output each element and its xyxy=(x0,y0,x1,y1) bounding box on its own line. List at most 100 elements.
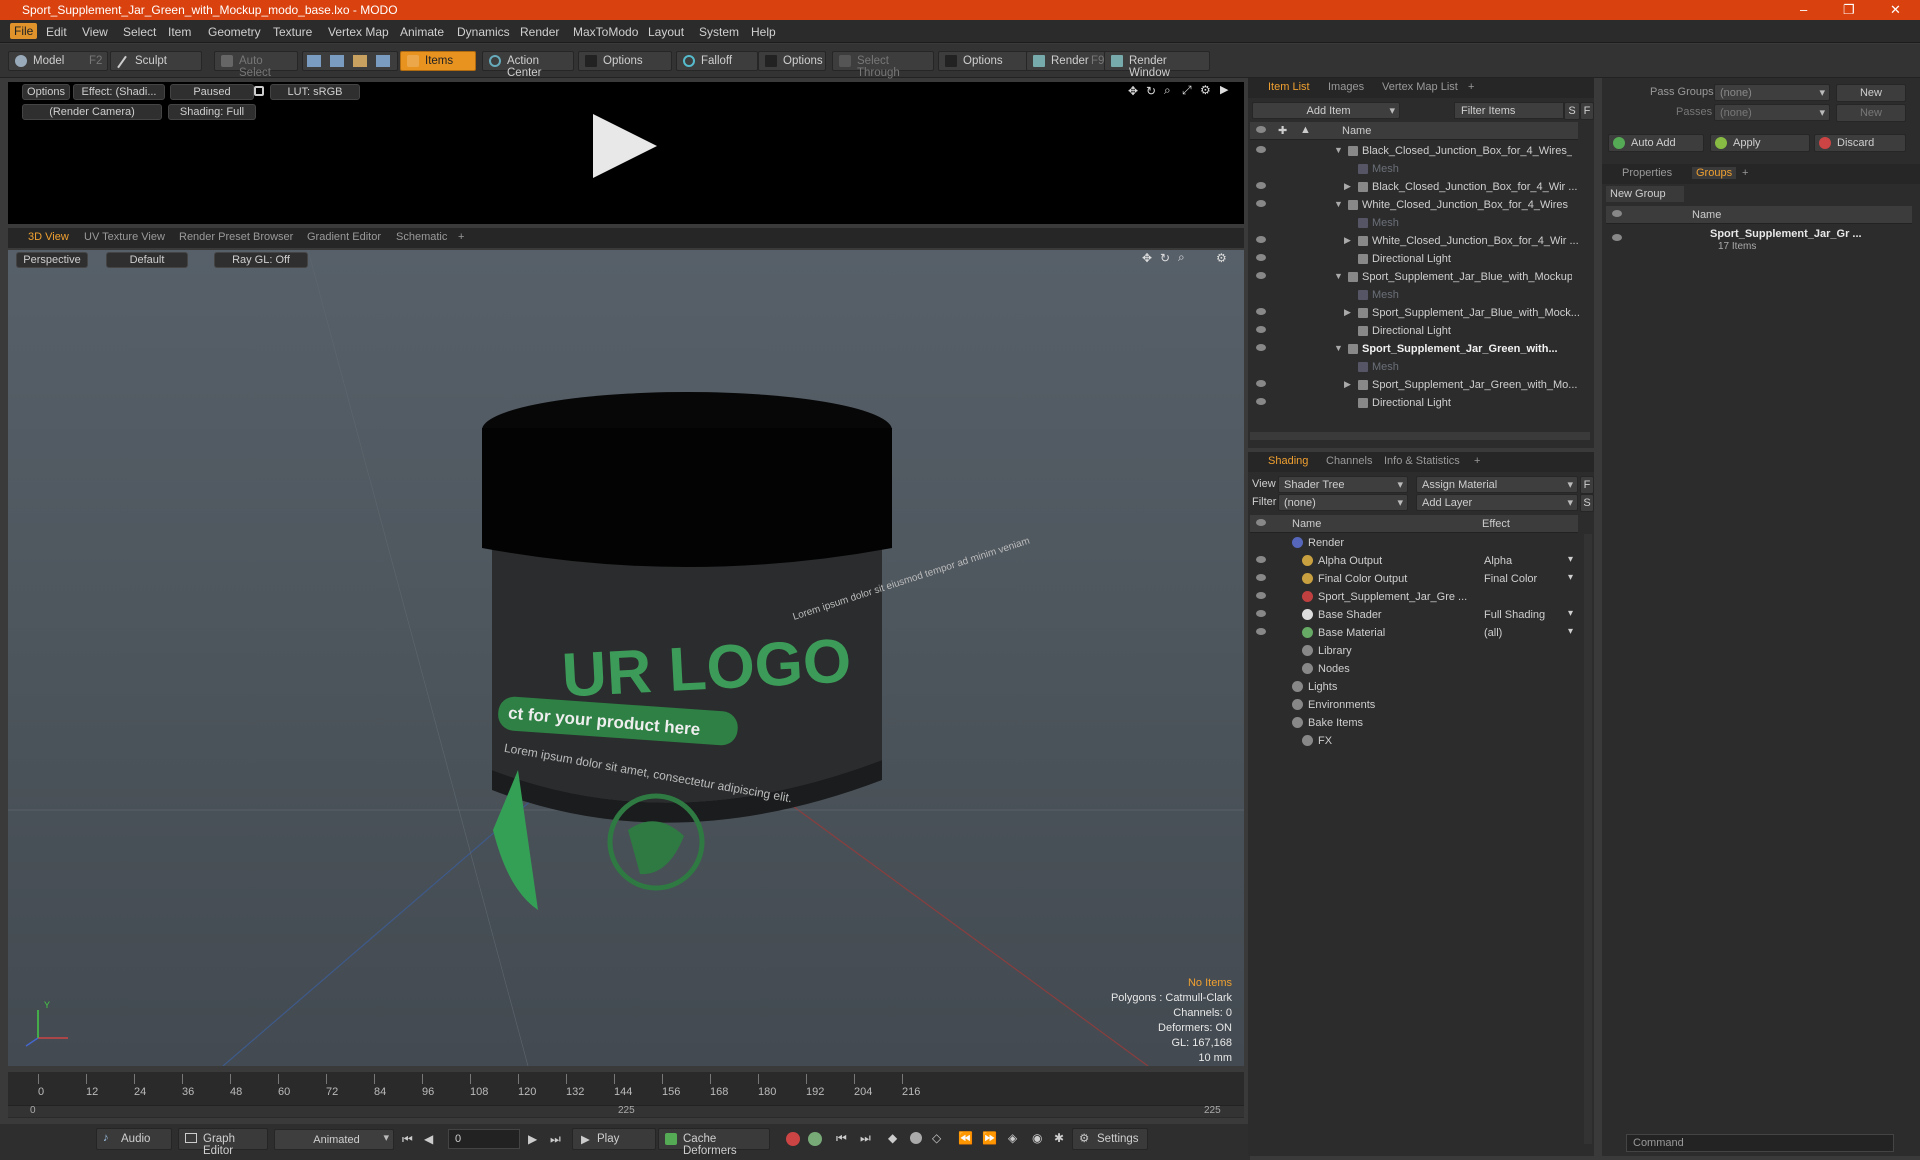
play-button[interactable]: ▶ Play xyxy=(572,1128,656,1150)
close-button[interactable]: ✕ xyxy=(1890,2,1901,18)
f-button[interactable]: F xyxy=(1580,476,1594,494)
shader-row[interactable]: Base Shader Full Shading ▾ xyxy=(1250,606,1580,624)
visibility-icon[interactable] xyxy=(1256,326,1266,333)
apply-button[interactable]: Apply xyxy=(1710,134,1810,152)
select-through-options-button[interactable]: Options xyxy=(938,51,1028,71)
tab-groups[interactable]: Groups xyxy=(1692,167,1737,179)
add-tab-button[interactable]: + xyxy=(458,231,464,243)
action-center-options-button[interactable]: Options xyxy=(578,51,672,71)
item-row[interactable]: ▶ Sport_Supplement_Jar_Blue_with_Mock... xyxy=(1250,304,1580,322)
visibility-icon[interactable] xyxy=(1256,398,1266,405)
effect-dropdown[interactable]: (all) xyxy=(1484,627,1580,639)
tab-properties[interactable]: Properties xyxy=(1622,167,1672,179)
add-tab-button[interactable]: + xyxy=(1742,167,1748,179)
item-row[interactable]: Mesh xyxy=(1250,286,1580,304)
animated-dropdown[interactable]: Animated xyxy=(274,1129,394,1150)
keyframe-tool-icon[interactable]: ◈ xyxy=(1008,1131,1017,1145)
pass-groups-dropdown[interactable]: (none) xyxy=(1714,84,1830,101)
discard-button[interactable]: Discard xyxy=(1814,134,1906,152)
edges-mode-icon[interactable] xyxy=(330,55,344,67)
menu-dynamics[interactable]: Dynamics xyxy=(457,25,510,39)
menu-help[interactable]: Help xyxy=(751,25,776,39)
effect-column-header[interactable]: Effect xyxy=(1482,518,1510,530)
item-row[interactable]: ▶ White_Closed_Junction_Box_for_4_Wir ... xyxy=(1250,232,1580,250)
effect-dropdown[interactable]: Final Color xyxy=(1484,573,1580,585)
set-key-icon[interactable] xyxy=(910,1132,922,1144)
item-row[interactable]: ▼ Sport_Supplement_Jar_Green_with... xyxy=(1250,340,1580,358)
s-button[interactable]: S xyxy=(1580,494,1594,512)
move-view-icon[interactable]: ✥ xyxy=(1128,84,1138,98)
item-row[interactable]: ▶ Sport_Supplement_Jar_Green_with_Mo... xyxy=(1250,376,1580,394)
lock-icon[interactable] xyxy=(254,86,264,96)
shader-row[interactable]: Bake Items xyxy=(1250,714,1580,732)
menu-geometry[interactable]: Geometry xyxy=(208,25,261,39)
name-column-header[interactable]: Name xyxy=(1342,125,1371,137)
visibility-icon[interactable] xyxy=(1256,146,1266,153)
settings-button[interactable]: ⚙ Settings xyxy=(1072,1128,1148,1150)
command-input[interactable]: Command xyxy=(1626,1134,1894,1152)
rotate-view-icon[interactable]: ↻ xyxy=(1146,84,1156,98)
visibility-icon[interactable] xyxy=(1256,236,1266,243)
visibility-icon[interactable] xyxy=(1256,628,1266,635)
visibility-icon[interactable] xyxy=(1256,556,1266,563)
visibility-icon[interactable] xyxy=(1256,200,1266,207)
item-row[interactable]: Mesh xyxy=(1250,214,1580,232)
action-center-button[interactable]: Action Center xyxy=(482,51,574,79)
shader-row[interactable]: Environments xyxy=(1250,696,1580,714)
falloff-options-button[interactable]: Options xyxy=(758,51,826,71)
vertical-scrollbar[interactable] xyxy=(1584,534,1592,1144)
shader-row[interactable]: Alpha Output Alpha ▾ xyxy=(1250,552,1580,570)
visibility-icon[interactable] xyxy=(1256,254,1266,261)
restore-button[interactable]: ❐ xyxy=(1843,2,1855,18)
group-row[interactable]: Sport_Supplement_Jar_Gr ... 17 Items xyxy=(1606,226,1912,256)
item-row[interactable]: Directional Light xyxy=(1250,250,1580,268)
timeline-range-bar[interactable]: 0 225 225 xyxy=(8,1105,1244,1117)
graph-editor-button[interactable]: Graph Editor xyxy=(178,1128,268,1157)
timeline[interactable]: 0 12 24 36 48 60 72 84 96 108 120 132 144 156 168 180 19… xyxy=(8,1072,1244,1118)
shader-row[interactable]: Nodes xyxy=(1250,660,1580,678)
render-camera-dropdown[interactable]: (Render Camera) xyxy=(22,104,162,120)
visibility-icon[interactable] xyxy=(1256,182,1266,189)
add-tab-button[interactable]: + xyxy=(1468,81,1474,93)
auto-key-icon[interactable] xyxy=(808,1132,822,1146)
chevron-down-icon[interactable]: ▾ xyxy=(1568,554,1573,565)
cache-deformers-button[interactable]: Cache Deformers xyxy=(658,1128,770,1157)
expand-arrow-icon[interactable]: ▶ xyxy=(1344,235,1351,246)
select-through-button[interactable]: Select Through xyxy=(832,51,934,79)
expand-arrow-icon[interactable]: ▶ xyxy=(1344,379,1351,390)
tab-uv-texture-view[interactable]: UV Texture View xyxy=(84,231,165,243)
prev-key-icon[interactable]: ⏮ xyxy=(836,1131,847,1146)
item-row[interactable]: ▼ Sport_Supplement_Jar_Blue_with_Mockup..… xyxy=(1250,268,1580,286)
menu-file[interactable]: File xyxy=(10,23,38,39)
effect-dropdown[interactable]: Alpha xyxy=(1484,555,1580,567)
new-pass-group-button[interactable]: New xyxy=(1836,84,1906,102)
new-group-button[interactable]: New Group xyxy=(1606,186,1684,202)
minimize-button[interactable]: – xyxy=(1800,2,1807,17)
visibility-icon[interactable] xyxy=(1256,380,1266,387)
menu-edit[interactable]: Edit xyxy=(46,25,67,39)
menu-layout[interactable]: Layout xyxy=(648,25,684,39)
visibility-icon[interactable] xyxy=(1256,272,1266,279)
expand-arrow-icon[interactable]: ▼ xyxy=(1334,343,1343,353)
menu-vertex-map[interactable]: Vertex Map xyxy=(328,25,389,39)
model-mode-button[interactable]: Model F2 xyxy=(8,51,108,71)
expand-arrow-icon[interactable]: ▶ xyxy=(1220,83,1228,96)
materials-mode-icon[interactable] xyxy=(376,55,390,67)
auto-add-button[interactable]: Auto Add xyxy=(1608,134,1704,152)
keyframe-options-icon[interactable]: ✱ xyxy=(1054,1131,1064,1145)
tab-gradient-editor[interactable]: Gradient Editor xyxy=(307,231,381,243)
items-mode-button[interactable]: Items xyxy=(400,51,476,71)
current-frame-field[interactable]: 0 xyxy=(448,1129,520,1149)
new-pass-button[interactable]: New xyxy=(1836,104,1906,122)
falloff-button[interactable]: Falloff xyxy=(676,51,758,71)
vertices-mode-icon[interactable] xyxy=(307,55,321,67)
keyframe-filter-icon[interactable]: ◉ xyxy=(1032,1131,1042,1145)
expand-arrow-icon[interactable]: ▶ xyxy=(1344,181,1351,192)
prev-frame-icon[interactable]: ⏪ xyxy=(958,1131,973,1145)
item-row[interactable]: Mesh xyxy=(1250,160,1580,178)
expand-arrow-icon[interactable]: ▶ xyxy=(1344,307,1351,318)
polygons-mode-icon[interactable] xyxy=(353,55,367,67)
item-row[interactable]: Directional Light xyxy=(1250,322,1580,340)
shader-row[interactable]: Sport_Supplement_Jar_Gre ... xyxy=(1250,588,1580,606)
shader-row[interactable]: Final Color Output Final Color ▾ xyxy=(1250,570,1580,588)
